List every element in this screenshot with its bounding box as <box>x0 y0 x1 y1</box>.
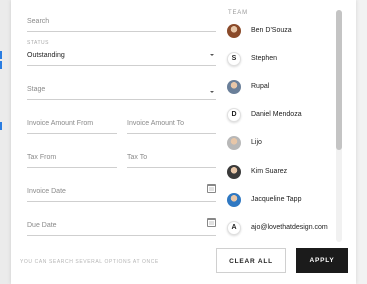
status-select[interactable]: STATUS Outstanding <box>27 40 216 66</box>
member-name: Ben D'Souza <box>251 27 292 34</box>
chevron-down-icon <box>210 91 214 93</box>
team-member[interactable]: Jacqueline Tapp <box>227 193 337 209</box>
edge-marker <box>0 51 2 59</box>
invoice-amount-to-input[interactable]: Invoice Amount To <box>127 112 216 134</box>
member-name: Rupal <box>251 83 270 90</box>
invoice-amount-to-placeholder: Invoice Amount To <box>127 120 185 127</box>
stage-placeholder: Stage <box>27 86 46 93</box>
team-member[interactable]: Ben D'Souza <box>227 24 337 40</box>
team-label: TEAM <box>228 10 248 16</box>
team-member[interactable]: S Stephen <box>227 52 337 68</box>
due-date-placeholder: Due Date <box>27 222 57 229</box>
stage-select[interactable]: Stage <box>27 78 216 100</box>
tax-from-placeholder: Tax From <box>27 154 57 161</box>
apply-button[interactable]: APPLY <box>296 248 348 273</box>
member-name: Kim Suarez <box>251 168 288 175</box>
member-name: Lijo <box>251 139 262 146</box>
member-name: Daniel Mendoza <box>251 111 302 118</box>
scrollbar-thumb[interactable] <box>336 10 342 150</box>
team-member[interactable]: D Daniel Mendoza <box>227 108 337 124</box>
avatar <box>227 80 241 94</box>
avatar: S <box>227 52 241 66</box>
invoice-amount-from-input[interactable]: Invoice Amount From <box>27 112 117 134</box>
tax-from-input[interactable]: Tax From <box>27 146 117 168</box>
search-field[interactable]: Search <box>27 10 216 32</box>
calendar-icon[interactable] <box>207 184 216 193</box>
status-value: Outstanding <box>27 52 65 59</box>
avatar: D <box>227 108 241 122</box>
avatar <box>227 165 241 179</box>
search-hint: YOU CAN SEARCH SEVERAL OPTIONS AT ONCE <box>20 259 159 265</box>
member-name: ajo@lovethatdesign.com <box>251 224 328 231</box>
invoice-amount-from-placeholder: Invoice Amount From <box>27 120 94 127</box>
edge-marker <box>0 61 2 69</box>
avatar <box>227 136 241 150</box>
search-placeholder: Search <box>27 18 50 25</box>
tax-to-placeholder: Tax To <box>127 154 148 161</box>
clear-all-button[interactable]: CLEAR ALL <box>216 248 286 273</box>
team-member[interactable]: A ajo@lovethatdesign.com <box>227 221 337 237</box>
avatar: A <box>227 221 241 235</box>
calendar-icon[interactable] <box>207 218 216 227</box>
invoice-date-input[interactable]: Invoice Date <box>27 180 216 202</box>
avatar <box>227 24 241 38</box>
member-name: Jacqueline Tapp <box>251 196 302 203</box>
status-label: STATUS <box>27 40 49 46</box>
team-member[interactable]: Kim Suarez <box>227 165 337 181</box>
tax-to-input[interactable]: Tax To <box>127 146 216 168</box>
background-edge <box>0 0 11 284</box>
invoice-date-placeholder: Invoice Date <box>27 188 66 195</box>
avatar <box>227 193 241 207</box>
chevron-down-icon <box>210 54 214 56</box>
due-date-input[interactable]: Due Date <box>27 214 216 236</box>
team-scrollbar[interactable] <box>336 10 342 242</box>
team-member[interactable]: Lijo <box>227 136 337 152</box>
member-name: Stephen <box>251 55 278 62</box>
edge-marker <box>0 122 2 130</box>
team-member[interactable]: Rupal <box>227 80 337 96</box>
